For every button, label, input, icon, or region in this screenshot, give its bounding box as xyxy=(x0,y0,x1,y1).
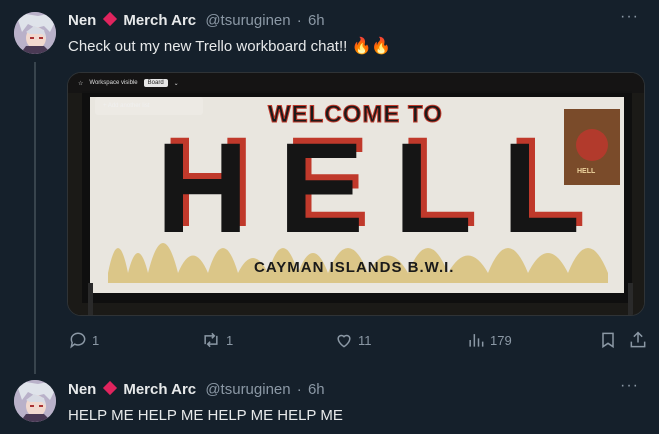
like-button[interactable]: 11 xyxy=(334,330,372,350)
display-name-suffix[interactable]: Merch Arc xyxy=(123,12,196,29)
sign-main-text: HELL xyxy=(156,117,611,260)
avatar[interactable] xyxy=(14,12,56,54)
display-name-suffix[interactable]: Merch Arc xyxy=(123,381,196,398)
reply-icon xyxy=(70,332,86,349)
like-count: 11 xyxy=(358,332,372,348)
chevron-down-icon[interactable]: ⌄ xyxy=(174,80,179,87)
tweet-2[interactable]: Nen Merch Arc @tsuruginen · 6h ··· HELP M… xyxy=(0,374,659,434)
share-button[interactable] xyxy=(628,330,648,350)
star-icon[interactable]: ☆ xyxy=(78,80,83,87)
tweet-header: Nen Merch Arc @tsuruginen · 6h xyxy=(68,380,325,400)
workspace-visibility[interactable]: Workspace visible xyxy=(89,80,137,86)
display-name[interactable]: Nen xyxy=(68,12,96,29)
diamond-icon xyxy=(103,11,118,27)
user-handle[interactable]: @tsuruginen xyxy=(205,381,290,398)
heart-icon xyxy=(337,334,351,348)
avatar[interactable] xyxy=(14,380,56,422)
board-view-button[interactable]: Board xyxy=(143,79,168,87)
reply-button[interactable]: 1 xyxy=(68,330,99,350)
bookmark-icon xyxy=(602,332,614,349)
views-button[interactable]: 179 xyxy=(466,330,512,350)
dot-separator: · xyxy=(296,12,302,29)
reply-count: 1 xyxy=(92,332,100,348)
tweet-1[interactable]: Nen Merch Arc @tsuruginen · 6h ··· Check … xyxy=(0,0,659,374)
tweet-text-body: Check out my new Trello workboard chat!! xyxy=(68,38,352,55)
dot-separator: · xyxy=(296,381,302,398)
fire-emoji: 🔥🔥 xyxy=(351,38,392,55)
tweet-media-image[interactable]: HELL WELCOME TO HELL CAYMAN ISLANDS B.W.… xyxy=(67,72,645,316)
tweet-text: Check out my new Trello workboard chat!!… xyxy=(68,37,391,57)
display-name[interactable]: Nen xyxy=(68,381,96,398)
tweet-text: HELP ME HELP ME HELP ME HELP ME xyxy=(68,407,343,424)
user-handle[interactable]: @tsuruginen xyxy=(205,12,290,29)
bookmark-button[interactable] xyxy=(598,330,618,350)
view-count: 179 xyxy=(490,332,512,348)
trello-topbar: ☆ Workspace visible Board ⌄ xyxy=(68,73,644,93)
retweet-count: 1 xyxy=(226,332,234,348)
diamond-icon xyxy=(103,380,118,396)
tweet-actions: 1 1 11 179 xyxy=(0,330,659,354)
views-icon xyxy=(469,334,484,347)
more-options-button[interactable]: ··· xyxy=(620,8,639,26)
retweet-button[interactable]: 1 xyxy=(200,330,233,350)
more-options-button[interactable]: ··· xyxy=(620,377,639,395)
add-list-button[interactable]: + Add another list xyxy=(95,97,203,115)
tweet-header: Nen Merch Arc @tsuruginen · 6h xyxy=(68,11,325,31)
tweet-time[interactable]: 6h xyxy=(308,12,325,29)
retweet-icon xyxy=(204,332,218,348)
sign-bottom-text: CAYMAN ISLANDS B.W.I. xyxy=(254,259,455,276)
tweet-time[interactable]: 6h xyxy=(308,381,325,398)
share-icon xyxy=(630,331,646,348)
thread-line xyxy=(34,62,36,374)
